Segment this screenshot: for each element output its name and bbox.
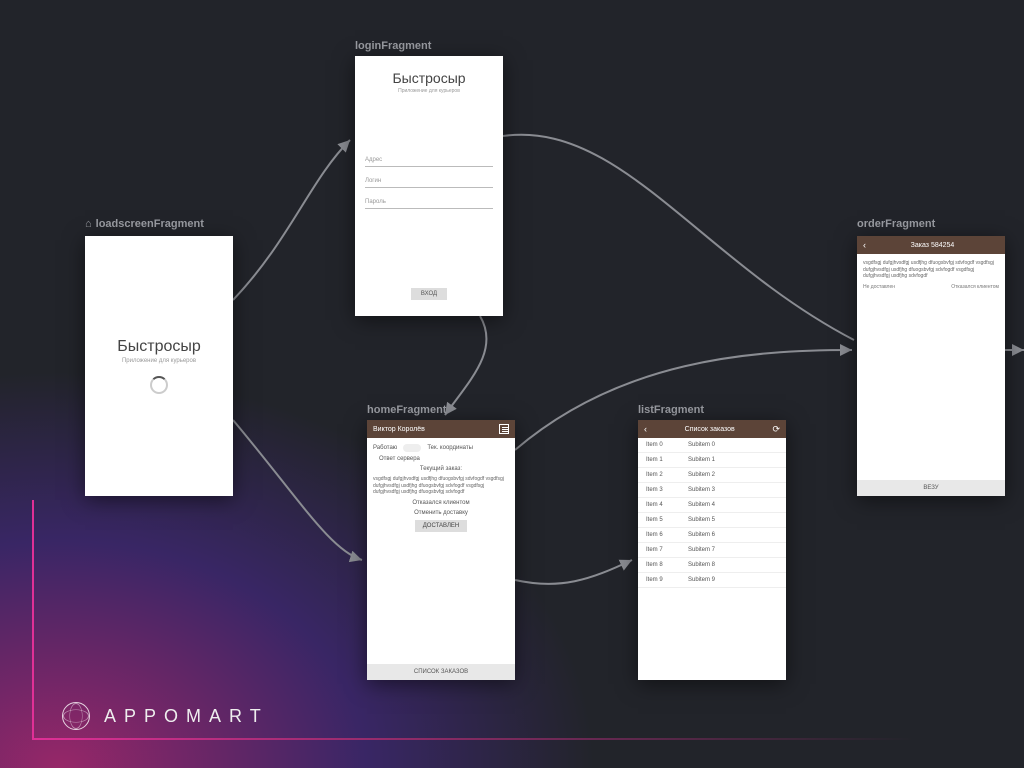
back-icon[interactable]: ‹ — [863, 240, 866, 250]
list-item[interactable]: Item 6Subitem 6 — [638, 528, 786, 543]
home-label: homeFragment — [367, 404, 446, 416]
list-appbar: ‹ Список заказов ⟳ — [638, 420, 786, 438]
order-details: vsgdfsgj dufgjhvsdfgj usdfjhg dfuogsbvfg… — [863, 260, 999, 280]
loadscreen-label: ⌂ loadscreenFragment — [85, 218, 204, 230]
coords-label: Тек. координаты — [427, 445, 473, 451]
loadscreen-label-text: loadscreenFragment — [96, 218, 204, 230]
list-item[interactable]: Item 3Subitem 3 — [638, 483, 786, 498]
list-item[interactable]: Item 4Subitem 4 — [638, 498, 786, 513]
list-item[interactable]: Item 2Subitem 2 — [638, 468, 786, 483]
brand-logo-icon — [62, 702, 90, 730]
refresh-icon[interactable]: ⟳ — [772, 424, 780, 435]
login-title: Быстросыр — [365, 70, 493, 86]
password-field[interactable]: Пароль — [365, 196, 493, 209]
home-appbar: Виктор Королёв — [367, 420, 515, 438]
address-field[interactable]: Адрес — [365, 154, 493, 167]
status-not-delivered: Не доставлен — [863, 284, 895, 290]
work-toggle[interactable] — [403, 444, 421, 452]
login-button[interactable]: ВХОД — [411, 288, 447, 300]
list-item[interactable]: Item 8Subitem 8 — [638, 558, 786, 573]
list-item[interactable]: Item 9Subitem 9 — [638, 573, 786, 588]
list-label: listFragment — [638, 404, 704, 416]
order-text: vsgdfsgj dufgjhvsdfgj usdfjhg dfuogsbvfg… — [373, 476, 509, 496]
login-fragment[interactable]: Быстросыр Приложение для курьеров Адрес … — [355, 56, 503, 316]
status-client-refused: Отказался клиентом — [951, 284, 999, 290]
cancel-client-link[interactable]: Отказался клиентом — [373, 500, 509, 506]
server-label: Ответ сервера — [379, 456, 420, 462]
frame-line-horizontal — [32, 738, 1012, 740]
loadscreen-subtitle: Приложение для курьеров — [122, 358, 196, 364]
delivered-button[interactable]: ДОСТАВЛЕН — [415, 520, 468, 532]
spinner-icon — [150, 376, 168, 394]
home-label-text: homeFragment — [367, 404, 446, 416]
work-label: Работаю — [373, 445, 397, 451]
list-item[interactable]: Item 7Subitem 7 — [638, 543, 786, 558]
loadscreen-title: Быстросыр — [117, 338, 201, 356]
brand: APPOMART — [62, 702, 269, 730]
cancel-delivery-link[interactable]: Отменить доставку — [373, 510, 509, 516]
loadscreen-fragment[interactable]: Быстросыр Приложение для курьеров — [85, 236, 233, 496]
home-user: Виктор Королёв — [373, 426, 425, 433]
back-icon[interactable]: ‹ — [644, 424, 647, 434]
list-item[interactable]: Item 0Subitem 0 — [638, 438, 786, 453]
home-icon: ⌂ — [85, 218, 92, 230]
order-list-button[interactable]: СПИСОК ЗАКАЗОВ — [367, 664, 515, 680]
home-fragment[interactable]: Виктор Королёв Работаю Тек. координаты От… — [367, 420, 515, 680]
order-appbar: ‹ Заказ 584254 — [857, 236, 1005, 254]
login-label: loginFragment — [355, 40, 431, 52]
order-label-text: orderFragment — [857, 218, 935, 230]
login-subtitle: Приложение для курьеров — [365, 88, 493, 94]
logout-icon[interactable] — [499, 424, 509, 434]
list-item[interactable]: Item 5Subitem 5 — [638, 513, 786, 528]
frame-line-vertical — [32, 500, 34, 740]
order-title: Заказ 584254 — [911, 242, 955, 249]
driving-button[interactable]: ВЕЗУ — [857, 480, 1005, 496]
brand-text: APPOMART — [104, 706, 269, 727]
order-label: orderFragment — [857, 218, 935, 230]
login-field[interactable]: Логин — [365, 175, 493, 188]
list-body: Item 0Subitem 0Item 1Subitem 1Item 2Subi… — [638, 438, 786, 680]
order-fragment[interactable]: ‹ Заказ 584254 vsgdfsgj dufgjhvsdfgj usd… — [857, 236, 1005, 496]
list-item[interactable]: Item 1Subitem 1 — [638, 453, 786, 468]
login-label-text: loginFragment — [355, 40, 431, 52]
current-order-heading: Текущий заказ: — [373, 466, 509, 472]
list-fragment[interactable]: ‹ Список заказов ⟳ Item 0Subitem 0Item 1… — [638, 420, 786, 680]
list-label-text: listFragment — [638, 404, 704, 416]
list-title: Список заказов — [685, 426, 735, 433]
